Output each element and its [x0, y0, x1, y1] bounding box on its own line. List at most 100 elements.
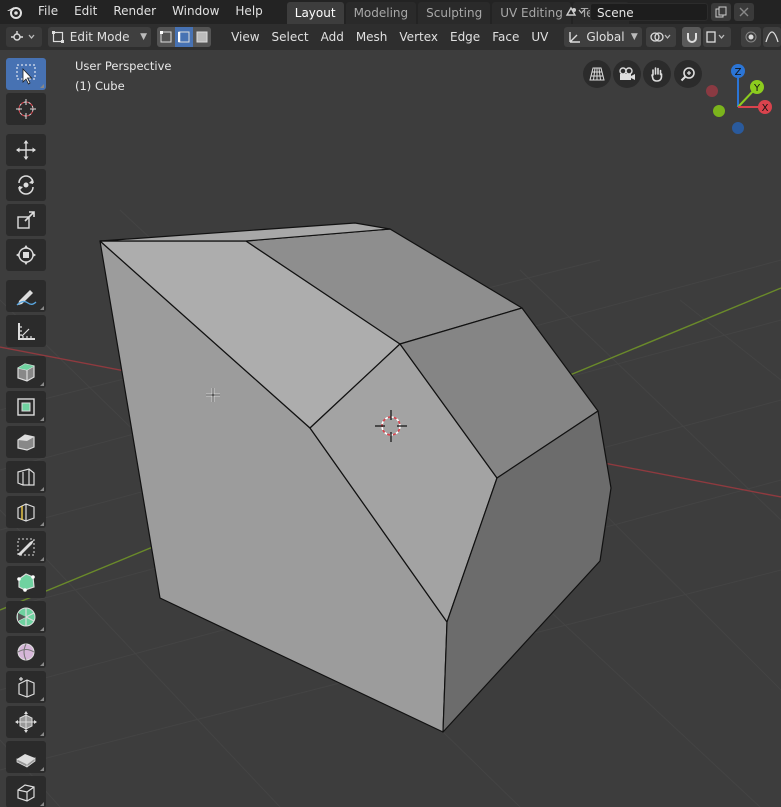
menu-file[interactable]: File	[30, 0, 66, 24]
snap-toggle[interactable]	[681, 27, 702, 47]
scale-icon	[17, 211, 35, 229]
3d-viewport[interactable]: Z Y X User Perspective (1) Cube	[0, 50, 781, 807]
tab-layout[interactable]: Layout	[286, 2, 344, 24]
menu-window[interactable]: Window	[164, 0, 227, 24]
select-mode-group	[157, 27, 212, 47]
inset-icon	[17, 434, 35, 451]
menu-uv[interactable]: UV	[525, 27, 554, 47]
proportional-edit-toggle[interactable]	[741, 27, 762, 47]
tool-add-cube[interactable]	[6, 356, 46, 388]
menu-view[interactable]: View	[225, 27, 265, 47]
tool-smooth[interactable]	[6, 636, 46, 668]
tab-modeling[interactable]: Modeling	[345, 2, 417, 24]
cube-mesh[interactable]	[99, 222, 612, 733]
tool-edge-slide[interactable]	[6, 671, 46, 703]
gizmo-neg-z-axis[interactable]	[732, 122, 744, 134]
falloff-icon	[765, 31, 779, 43]
gizmo-x-label: X	[762, 103, 769, 114]
menu-face[interactable]: Face	[486, 27, 525, 47]
tool-extrude-region[interactable]	[6, 391, 46, 423]
edit-mode-icon	[51, 31, 64, 43]
loop-cut-icon	[17, 503, 35, 522]
gizmo-z-label: Z	[735, 67, 742, 78]
spin-icon	[16, 607, 36, 627]
menu-render[interactable]: Render	[105, 0, 164, 24]
tool-move[interactable]	[6, 134, 46, 166]
vertex-select-icon	[160, 31, 172, 43]
gizmo-neg-y-axis[interactable]	[713, 105, 725, 117]
blender-logo-icon[interactable]	[0, 0, 30, 24]
3d-viewport-icon	[10, 31, 35, 41]
new-scene-button[interactable]	[711, 3, 731, 21]
chevron-down-icon: ▼	[630, 32, 638, 42]
bevel-icon	[17, 468, 35, 486]
tool-rotate[interactable]	[6, 169, 46, 201]
camera-view-button[interactable]	[613, 60, 641, 88]
tool-scale[interactable]	[6, 204, 46, 236]
knife-icon	[17, 538, 35, 556]
hand-icon	[651, 67, 663, 82]
tool-select-box[interactable]	[6, 58, 46, 90]
smooth-icon	[17, 643, 35, 661]
shear-icon	[16, 754, 36, 768]
cursor-icon	[16, 99, 36, 119]
falloff-button[interactable]	[763, 27, 781, 47]
gizmo-neg-x-axis[interactable]	[706, 85, 718, 97]
duplicate-icon	[715, 6, 727, 18]
menu-select[interactable]: Select	[266, 27, 315, 47]
zoom-view-button[interactable]	[674, 60, 702, 88]
viewport-header: Edit Mode ▼ View Select Add Mesh Vertex …	[0, 24, 781, 50]
measure-icon	[18, 323, 35, 340]
zoom-icon	[680, 67, 695, 82]
tool-knife[interactable]	[6, 531, 46, 563]
pan-view-button[interactable]	[643, 60, 671, 88]
face-select-button[interactable]	[193, 27, 212, 47]
toggle-perspective-button[interactable]	[583, 60, 611, 88]
poly-build-icon	[17, 573, 35, 592]
edge-slide-icon	[18, 677, 35, 698]
edge-select-button[interactable]	[175, 27, 194, 47]
transform-orientation-select[interactable]: Global ▼	[564, 27, 642, 47]
tool-rip-region[interactable]	[6, 776, 46, 807]
tool-inset-faces[interactable]	[6, 426, 46, 458]
tool-loop-cut[interactable]	[6, 496, 46, 528]
view-name: User Perspective	[75, 59, 172, 73]
close-icon	[739, 7, 749, 17]
menu-edge[interactable]: Edge	[444, 27, 486, 47]
move-icon	[16, 140, 36, 160]
navigation-gizmo[interactable]: Z Y X	[700, 64, 776, 145]
menu-add[interactable]: Add	[315, 27, 350, 47]
menu-mesh[interactable]: Mesh	[350, 27, 394, 47]
gizmo-y-label: Y	[753, 83, 761, 94]
tool-transform[interactable]	[6, 239, 46, 271]
viewport-scene[interactable]: Z Y X	[0, 50, 781, 807]
tool-spin[interactable]	[6, 601, 46, 633]
scene-icon	[565, 6, 585, 16]
menu-edit[interactable]: Edit	[66, 0, 105, 24]
mode-select[interactable]: Edit Mode ▼	[47, 27, 152, 47]
tool-bevel[interactable]	[6, 461, 46, 493]
tool-cursor[interactable]	[6, 93, 46, 125]
editor-type-button[interactable]	[6, 27, 42, 47]
menu-vertex[interactable]: Vertex	[393, 27, 444, 47]
mode-label: Edit Mode	[69, 30, 130, 44]
extrude-icon	[17, 398, 35, 416]
magnet-icon	[686, 33, 697, 43]
chevron-down-icon: ▼	[140, 32, 148, 42]
scene-name-field[interactable]: Scene	[590, 3, 708, 21]
tool-measure[interactable]	[6, 315, 46, 347]
snap-target-button[interactable]	[703, 27, 732, 47]
delete-scene-button[interactable]	[734, 3, 754, 21]
scene-browse-button[interactable]	[560, 2, 590, 22]
vertex-select-button[interactable]	[157, 27, 176, 47]
grid-perspective-icon	[589, 67, 605, 81]
select-box-icon	[16, 64, 36, 85]
tool-shear[interactable]	[6, 741, 46, 773]
pivot-point-button[interactable]	[645, 27, 676, 47]
menu-help[interactable]: Help	[227, 0, 270, 24]
tool-poly-build[interactable]	[6, 566, 46, 598]
tab-sculpting[interactable]: Sculpting	[418, 2, 491, 24]
rotate-icon	[18, 175, 34, 195]
tool-annotate[interactable]	[6, 280, 46, 312]
tool-shrink-fatten[interactable]	[6, 706, 46, 738]
